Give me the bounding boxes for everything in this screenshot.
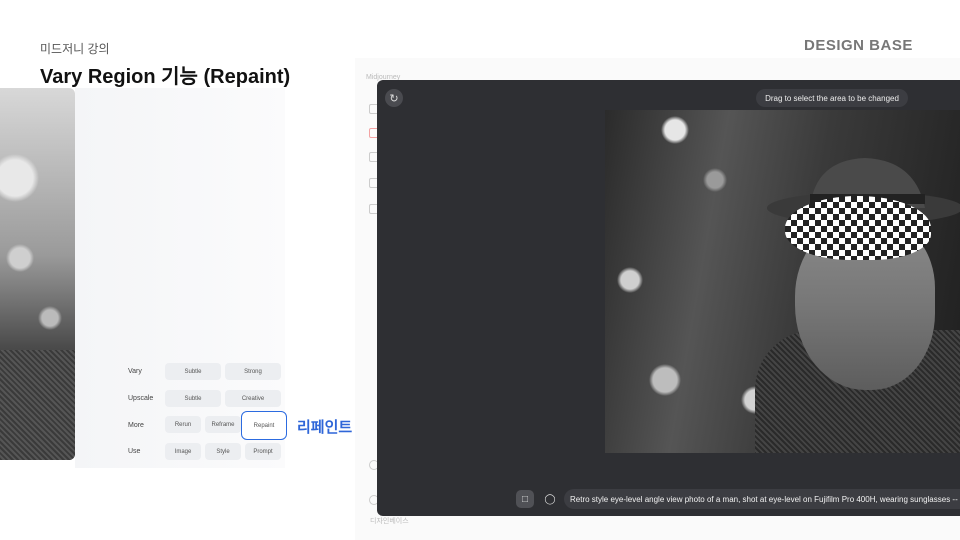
- edit-image[interactable]: [605, 110, 960, 453]
- row-label-use: Use: [128, 448, 141, 455]
- reframe-button[interactable]: Reframe: [205, 416, 241, 433]
- row-label-upscale: Upscale: [128, 395, 154, 402]
- left-photo-crop: [0, 88, 75, 460]
- upscale-subtle-button[interactable]: Subtle: [165, 390, 221, 407]
- background-app-user: 디자인베이스: [370, 518, 409, 525]
- use-prompt-button[interactable]: Prompt: [245, 443, 281, 460]
- repaint-callout: 리페인트: [297, 419, 353, 436]
- selection-mask: [785, 196, 931, 260]
- repaint-button[interactable]: Repaint: [241, 411, 287, 440]
- vary-strong-button[interactable]: Strong: [225, 363, 281, 380]
- use-image-button[interactable]: Image: [165, 443, 201, 460]
- vary-subtle-button[interactable]: Subtle: [165, 363, 221, 380]
- brand-logo: DESIGN BASE: [804, 37, 913, 54]
- use-style-button[interactable]: Style: [205, 443, 241, 460]
- upscale-creative-button[interactable]: Creative: [225, 390, 281, 407]
- reset-icon[interactable]: ↻: [385, 89, 403, 107]
- row-label-more: More: [128, 422, 144, 429]
- page-title: Vary Region 기능 (Repaint): [40, 66, 291, 88]
- lecture-subtitle: 미드저니 강의: [40, 42, 110, 56]
- prompt-input[interactable]: Retro style eye-level angle view photo o…: [564, 489, 960, 509]
- rectangle-select-icon[interactable]: □: [516, 490, 534, 508]
- row-label-vary: Vary: [128, 368, 142, 375]
- lasso-icon[interactable]: ◯: [541, 490, 559, 508]
- rerun-button[interactable]: Rerun: [165, 416, 201, 433]
- selection-tooltip: Drag to select the area to be changed: [756, 89, 908, 107]
